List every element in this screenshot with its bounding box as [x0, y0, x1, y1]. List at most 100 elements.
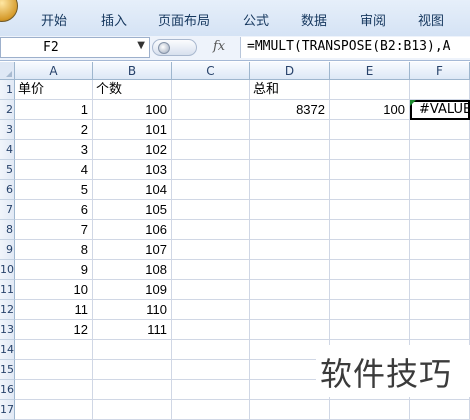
cell-c10[interactable]	[172, 260, 250, 280]
cell-e1[interactable]	[330, 80, 410, 100]
cell-d7[interactable]	[250, 200, 330, 220]
cell-c17[interactable]	[172, 400, 250, 420]
column-header-d[interactable]: D	[250, 62, 330, 80]
cell-c15[interactable]	[172, 360, 250, 380]
cell-e5[interactable]	[330, 160, 410, 180]
cell-f11[interactable]	[410, 280, 470, 300]
cell-b10[interactable]: 108	[93, 260, 172, 280]
cell-e6[interactable]	[330, 180, 410, 200]
cell-f4[interactable]	[410, 140, 470, 160]
cell-a3[interactable]: 2	[15, 120, 93, 140]
office-button[interactable]	[0, 0, 18, 22]
cell-b5[interactable]: 103	[93, 160, 172, 180]
cell-e13[interactable]	[330, 320, 410, 340]
insert-function-icon[interactable]: fx	[213, 39, 225, 54]
cell-d17[interactable]	[250, 400, 330, 420]
cell-d3[interactable]	[250, 120, 330, 140]
row-header[interactable]: 6	[0, 180, 15, 200]
cell-a12[interactable]: 11	[15, 300, 93, 320]
cell-e10[interactable]	[330, 260, 410, 280]
cell-d4[interactable]	[250, 140, 330, 160]
cell-c13[interactable]	[172, 320, 250, 340]
cell-f12[interactable]	[410, 300, 470, 320]
cell-e17[interactable]	[330, 400, 410, 420]
cell-e11[interactable]	[330, 280, 410, 300]
cell-b2[interactable]: 100	[93, 100, 172, 120]
cell-c12[interactable]	[172, 300, 250, 320]
cell-a17[interactable]	[15, 400, 93, 420]
cell-b15[interactable]	[93, 360, 172, 380]
cell-a11[interactable]: 10	[15, 280, 93, 300]
cell-f7[interactable]	[410, 200, 470, 220]
cell-c7[interactable]	[172, 200, 250, 220]
cell-f17[interactable]	[410, 400, 470, 420]
column-header-f[interactable]: F	[410, 62, 470, 80]
cell-a13[interactable]: 12	[15, 320, 93, 340]
cell-b7[interactable]: 105	[93, 200, 172, 220]
row-header[interactable]: 7	[0, 200, 15, 220]
cell-a9[interactable]: 8	[15, 240, 93, 260]
tab-formulas[interactable]: 公式	[243, 10, 269, 29]
cell-c4[interactable]	[172, 140, 250, 160]
cell-b12[interactable]: 110	[93, 300, 172, 320]
cell-f3[interactable]	[410, 120, 470, 140]
column-header-b[interactable]: B	[93, 62, 172, 80]
cell-f5[interactable]	[410, 160, 470, 180]
cell-a8[interactable]: 7	[15, 220, 93, 240]
cell-a16[interactable]	[15, 380, 93, 400]
cell-d13[interactable]	[250, 320, 330, 340]
cell-c9[interactable]	[172, 240, 250, 260]
row-header[interactable]: 15	[0, 360, 15, 380]
row-header[interactable]: 3	[0, 120, 15, 140]
cell-b3[interactable]: 101	[93, 120, 172, 140]
cell-a1[interactable]: 单价	[15, 80, 93, 100]
cell-c3[interactable]	[172, 120, 250, 140]
cell-d11[interactable]	[250, 280, 330, 300]
cell-d10[interactable]	[250, 260, 330, 280]
row-header[interactable]: 9	[0, 240, 15, 260]
row-header[interactable]: 4	[0, 140, 15, 160]
tab-view[interactable]: 视图	[418, 10, 444, 29]
cell-a6[interactable]: 5	[15, 180, 93, 200]
cell-f9[interactable]	[410, 240, 470, 260]
cell-a5[interactable]: 4	[15, 160, 93, 180]
formula-bar-expand-button[interactable]	[152, 39, 197, 56]
cell-e8[interactable]	[330, 220, 410, 240]
cell-f13[interactable]	[410, 320, 470, 340]
cell-b13[interactable]: 111	[93, 320, 172, 340]
tab-data[interactable]: 数据	[301, 10, 327, 29]
cell-c5[interactable]	[172, 160, 250, 180]
cell-d12[interactable]	[250, 300, 330, 320]
cell-c11[interactable]	[172, 280, 250, 300]
cell-d2[interactable]: 8372	[250, 100, 330, 120]
row-header[interactable]: 2	[0, 100, 15, 120]
error-indicator-icon[interactable]	[410, 100, 416, 106]
cell-a4[interactable]: 3	[15, 140, 93, 160]
formula-input[interactable]: =MMULT(TRANSPOSE(B2:B13),A	[240, 37, 470, 58]
cell-a2[interactable]: 1	[15, 100, 93, 120]
row-header[interactable]: 16	[0, 380, 15, 400]
cell-e4[interactable]	[330, 140, 410, 160]
row-header[interactable]: 12	[0, 300, 15, 320]
column-header-a[interactable]: A	[15, 62, 93, 80]
cell-c1[interactable]	[172, 80, 250, 100]
cell-c16[interactable]	[172, 380, 250, 400]
tab-home[interactable]: 开始	[41, 10, 67, 29]
row-header[interactable]: 14	[0, 340, 15, 360]
cell-c8[interactable]	[172, 220, 250, 240]
row-header[interactable]: 17	[0, 400, 15, 420]
cell-f6[interactable]	[410, 180, 470, 200]
cell-b9[interactable]: 107	[93, 240, 172, 260]
tab-review[interactable]: 审阅	[360, 10, 386, 29]
row-header[interactable]: 1	[0, 80, 15, 100]
tab-insert[interactable]: 插入	[101, 10, 127, 29]
cell-b6[interactable]: 104	[93, 180, 172, 200]
column-header-e[interactable]: E	[330, 62, 410, 80]
cell-c2[interactable]	[172, 100, 250, 120]
row-header[interactable]: 11	[0, 280, 15, 300]
cell-b4[interactable]: 102	[93, 140, 172, 160]
cell-a7[interactable]: 6	[15, 200, 93, 220]
cell-d9[interactable]	[250, 240, 330, 260]
cell-e7[interactable]	[330, 200, 410, 220]
cell-e2[interactable]: 100	[330, 100, 410, 120]
